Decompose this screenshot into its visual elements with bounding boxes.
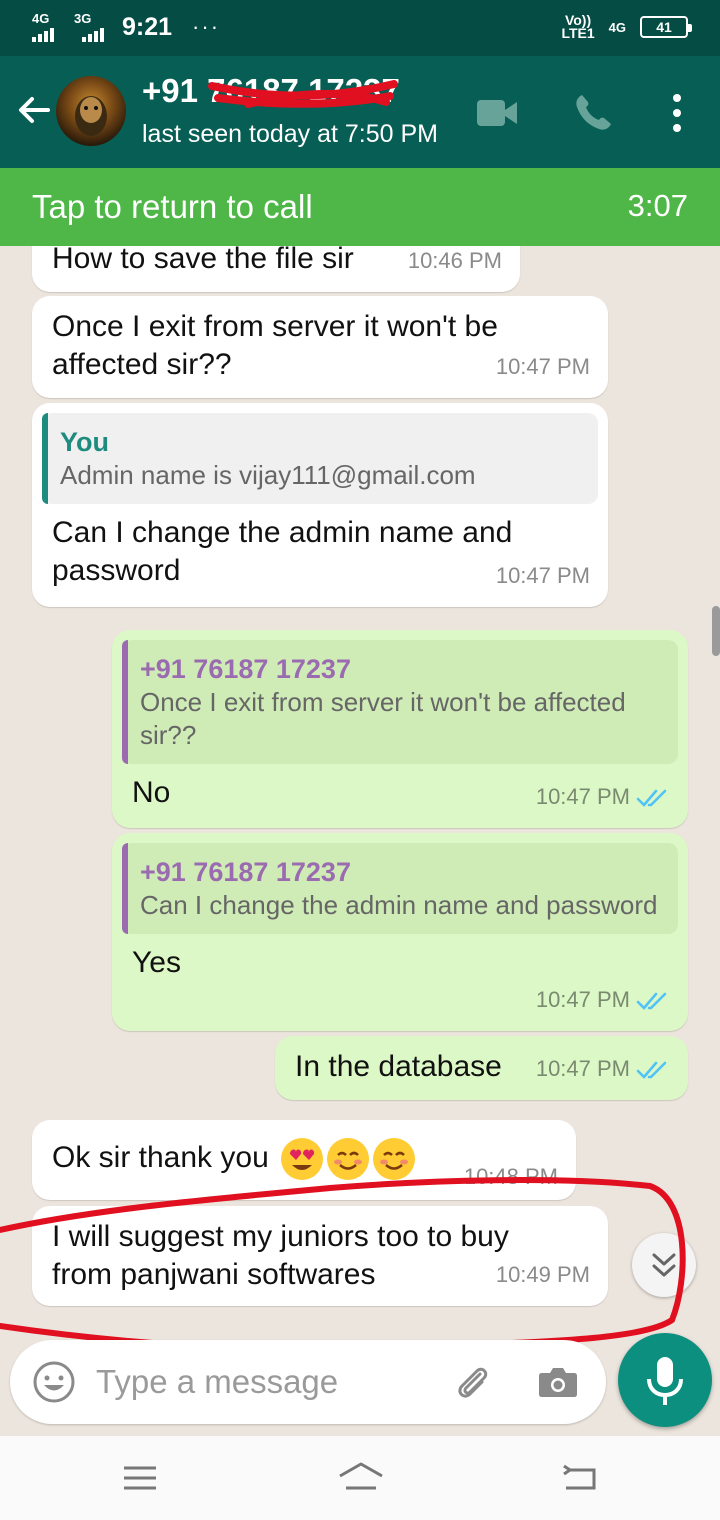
message-composer [10,1340,606,1424]
message-bubble[interactable]: Once I exit from server it won't be affe… [32,296,608,398]
system-navigation-bar [0,1436,720,1520]
battery-icon: 41 [640,16,692,38]
message-time: 10:46 PM [407,248,502,273]
back-arrow-icon[interactable] [558,1458,602,1498]
message-bubble[interactable]: Ok sir thank you 10:48 PM [32,1120,576,1200]
message-time: 10:48 PM [463,1164,558,1189]
network-right-label: 4G [608,19,626,35]
quoted-message[interactable]: +91 76187 17237 Can I change the admin n… [122,843,678,934]
quote-text: Can I change the admin name and password [140,890,658,920]
more-vertical-icon[interactable] [654,90,700,136]
status-time: 9:21 [122,12,173,41]
smiling-face-emoji-icon [373,1138,416,1180]
last-seen-status: last seen today at 7:50 PM [142,120,439,148]
message-time: 10:47 PM [495,354,590,379]
scrollbar[interactable] [712,606,720,656]
chat-area[interactable]: How to save the file sir 10:46 PM Once I… [0,246,720,1340]
quote-author: +91 76187 17237 [140,654,351,684]
message-time: 10:47 PM [495,563,590,588]
message-time: 10:49 PM [495,1262,590,1287]
heart-eyes-emoji-icon [281,1138,324,1180]
message-bubble[interactable]: +91 76187 17237 Once I exit from server … [112,630,688,828]
return-to-call-banner[interactable]: Tap to return to call 3:07 [0,168,720,246]
message-time-text: 10:47 PM [535,987,630,1012]
network-label-2: 3G [74,11,92,26]
signal-4g-icon: 4G [32,12,68,42]
status-bar: 4G 3G 9:21 ··· Vo)) LTE1 4G 41 [0,0,720,56]
paperclip-icon[interactable] [450,1360,494,1404]
message-bubble[interactable]: How to save the file sir 10:46 PM [32,246,520,292]
signal-3g-icon: 3G [74,12,110,42]
volte-indicator: Vo)) LTE1 [561,13,595,41]
message-time: 10:47 PM [536,778,670,816]
message-time-text: 10:47 PM [535,784,630,809]
quote-text: Once I exit from server it won't be affe… [140,687,626,750]
home-icon[interactable] [336,1458,386,1498]
camera-icon[interactable] [536,1360,580,1404]
smiley-icon[interactable] [32,1360,76,1404]
double-chevron-down-icon [652,1253,676,1277]
message-time-text: 10:47 PM [535,1056,630,1081]
network-label-1: 4G [32,11,50,26]
message-time: 10:47 PM [536,981,670,1019]
notification-dots-icon: ··· [192,14,221,39]
microphone-icon [647,1357,683,1405]
message-text: Yes [132,946,181,979]
battery-level: 41 [656,19,672,35]
smiling-face-emoji-icon [327,1138,370,1180]
chat-header: +91 76187 17237 last seen today at 7:50 … [0,56,720,168]
return-to-call-label[interactable]: Tap to return to call [32,188,313,226]
double-check-icon [636,1061,667,1080]
volte-bottom: LTE1 [561,25,595,41]
video-camera-icon[interactable] [474,90,520,136]
message-bubble[interactable]: I will suggest my juniors too to buy fro… [32,1206,608,1306]
double-check-icon [636,992,667,1011]
message-text: Ok sir thank you [52,1140,269,1174]
scroll-to-bottom-button[interactable] [632,1233,696,1297]
arrow-left-icon[interactable] [14,90,54,130]
message-bubble[interactable]: +91 76187 17237 Can I change the admin n… [112,833,688,1031]
double-check-icon [636,789,667,808]
quoted-message[interactable]: +91 76187 17237 Once I exit from server … [122,640,678,764]
avatar[interactable] [56,76,126,146]
call-timer: 3:07 [627,188,688,223]
redaction-scribble [208,80,398,108]
quoted-message[interactable]: You Admin name is vijay111@gmail.com [42,413,598,504]
message-bubble[interactable]: You Admin name is vijay111@gmail.com Can… [32,403,608,607]
quote-author: You [60,427,109,457]
message-input[interactable] [96,1360,426,1404]
voice-message-button[interactable] [618,1333,712,1427]
message-bubble[interactable]: In the database 10:47 PM [275,1036,688,1100]
quote-author: +91 76187 17237 [140,857,351,887]
quote-text: Admin name is vijay111@gmail.com [60,460,476,490]
message-time: 10:47 PM [536,1050,670,1088]
hamburger-icon[interactable] [118,1458,162,1498]
phone-icon[interactable] [570,90,616,136]
